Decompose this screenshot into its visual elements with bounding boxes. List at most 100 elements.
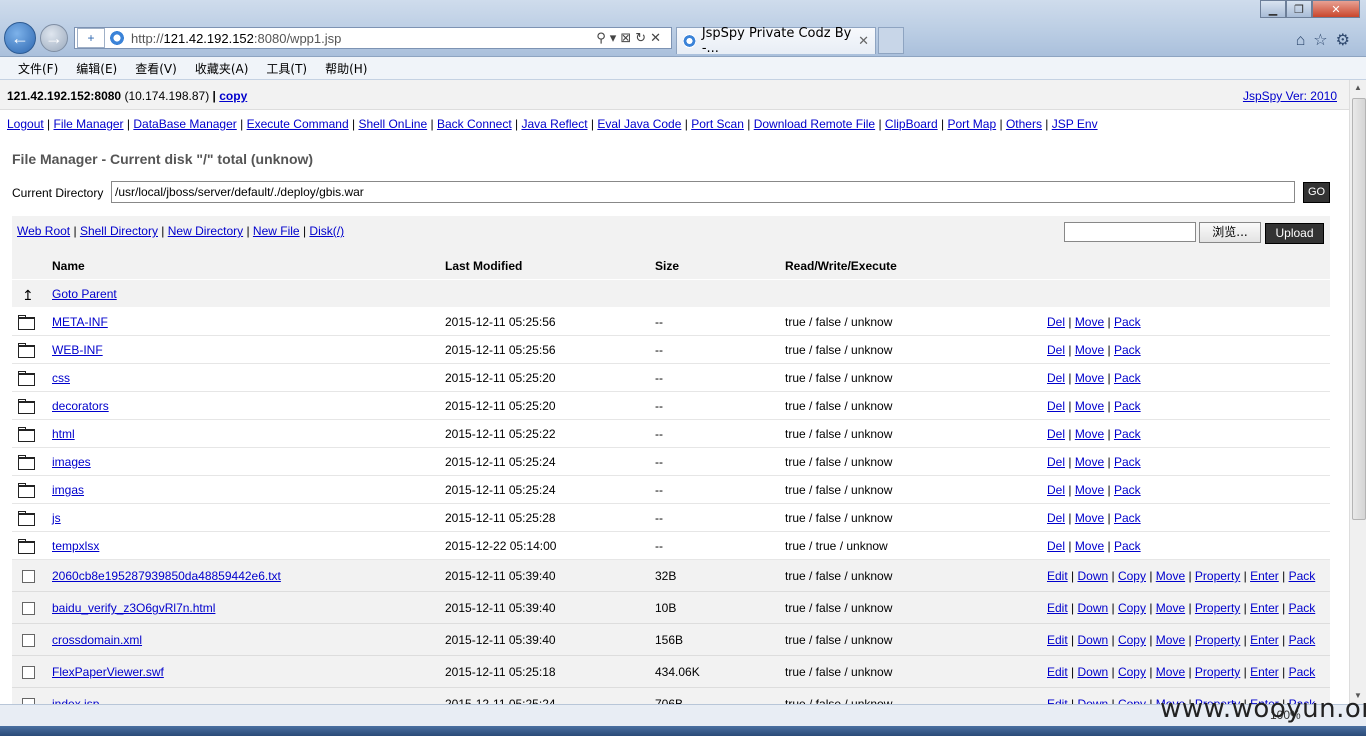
dir-name-link[interactable]: decorators [52, 399, 109, 413]
file-action-enter[interactable]: Enter [1250, 569, 1279, 583]
file-action-copy[interactable]: Copy [1118, 569, 1146, 583]
nav-logout[interactable]: Logout [7, 117, 44, 131]
dir-action-move[interactable]: Move [1075, 399, 1104, 413]
maximize-button[interactable]: ❐ [1286, 0, 1312, 18]
dir-name-link[interactable]: META-INF [52, 315, 108, 329]
nav-clipboard[interactable]: ClipBoard [885, 117, 938, 131]
address-tools-icons[interactable]: ⚲▾⊠↻✕ [596, 30, 665, 46]
dir-name-link[interactable]: tempxlsx [52, 539, 99, 553]
dir-action-pack[interactable]: Pack [1114, 315, 1141, 329]
compat-view-icon[interactable]: + [77, 28, 105, 48]
file-action-edit[interactable]: Edit [1047, 697, 1068, 704]
menu-edit[interactable]: 编辑(E) [76, 60, 117, 77]
file-action-pack[interactable]: Pack [1289, 665, 1316, 679]
web-root-link[interactable]: Web Root [17, 224, 70, 238]
dir-action-pack[interactable]: Pack [1114, 483, 1141, 497]
address-bar[interactable]: + http://121.42.192.152:8080/wpp1.jsp ⚲▾… [74, 27, 672, 49]
file-action-enter[interactable]: Enter [1250, 665, 1279, 679]
browse-button[interactable]: 浏览... [1199, 222, 1261, 243]
file-name-link[interactable]: 2060cb8e195287939850da48859442e6.txt [52, 569, 281, 583]
dir-name-link[interactable]: WEB-INF [52, 343, 103, 357]
copy-link[interactable]: copy [219, 89, 247, 103]
file-action-pack[interactable]: Pack [1289, 601, 1316, 615]
dir-action-move[interactable]: Move [1075, 511, 1104, 525]
file-action-pack[interactable]: Pack [1289, 569, 1316, 583]
dir-action-del[interactable]: Del [1047, 399, 1065, 413]
browser-tab[interactable]: JspSpy Private Codz By -... ✕ [676, 26, 876, 56]
file-action-property[interactable]: Property [1195, 569, 1240, 583]
dir-name-link[interactable]: html [52, 427, 75, 441]
new-directory-link[interactable]: New Directory [168, 224, 243, 238]
nav-others[interactable]: Others [1006, 117, 1042, 131]
vertical-scrollbar[interactable]: ▲ ▼ [1349, 80, 1366, 704]
file-action-copy[interactable]: Copy [1118, 601, 1146, 615]
file-action-property[interactable]: Property [1195, 633, 1240, 647]
tab-close-icon[interactable]: ✕ [858, 34, 869, 49]
file-action-move[interactable]: Move [1156, 569, 1185, 583]
nav-port-scan[interactable]: Port Scan [691, 117, 744, 131]
file-action-down[interactable]: Down [1077, 633, 1108, 647]
file-checkbox[interactable] [18, 633, 35, 650]
dir-name-link[interactable]: js [52, 511, 61, 525]
file-checkbox[interactable] [18, 601, 35, 618]
nav-eval-java-code[interactable]: Eval Java Code [597, 117, 681, 131]
menu-file[interactable]: 文件(F) [18, 60, 58, 77]
dir-action-pack[interactable]: Pack [1114, 371, 1141, 385]
nav-download-remote-file[interactable]: Download Remote File [754, 117, 875, 131]
file-name-link[interactable]: index.jsp [52, 697, 99, 704]
dir-action-del[interactable]: Del [1047, 343, 1065, 357]
dir-action-del[interactable]: Del [1047, 371, 1065, 385]
browser-tools-icons[interactable]: ⌂☆⚙ [1296, 30, 1358, 50]
nav-file-manager[interactable]: File Manager [54, 117, 124, 131]
dir-action-move[interactable]: Move [1075, 483, 1104, 497]
file-action-enter[interactable]: Enter [1250, 601, 1279, 615]
nav-back-connect[interactable]: Back Connect [437, 117, 512, 131]
nav-shell-online[interactable]: Shell OnLine [358, 117, 427, 131]
file-action-down[interactable]: Down [1077, 665, 1108, 679]
nav-port-map[interactable]: Port Map [947, 117, 996, 131]
dir-action-del[interactable]: Del [1047, 315, 1065, 329]
file-action-enter[interactable]: Enter [1250, 633, 1279, 647]
current-directory-input[interactable] [111, 181, 1295, 203]
file-checkbox[interactable] [18, 569, 35, 586]
dir-action-pack[interactable]: Pack [1114, 539, 1141, 553]
dir-action-del[interactable]: Del [1047, 511, 1065, 525]
nav-java-reflect[interactable]: Java Reflect [522, 117, 588, 131]
dir-name-link[interactable]: images [52, 455, 91, 469]
file-action-property[interactable]: Property [1195, 665, 1240, 679]
file-checkbox[interactable] [18, 697, 35, 704]
dir-action-pack[interactable]: Pack [1114, 427, 1141, 441]
dir-action-move[interactable]: Move [1075, 315, 1104, 329]
dir-name-link[interactable]: imgas [52, 483, 84, 497]
menu-tools[interactable]: 工具(T) [266, 60, 307, 77]
go-button[interactable]: GO [1303, 182, 1330, 203]
dir-action-move[interactable]: Move [1075, 455, 1104, 469]
file-action-property[interactable]: Property [1195, 601, 1240, 615]
menu-favorites[interactable]: 收藏夹(A) [195, 60, 249, 77]
file-action-move[interactable]: Move [1156, 665, 1185, 679]
disk-link[interactable]: Disk(/) [309, 224, 344, 238]
dir-action-move[interactable]: Move [1075, 539, 1104, 553]
file-action-edit[interactable]: Edit [1047, 601, 1068, 615]
nav-jsp-env[interactable]: JSP Env [1052, 117, 1098, 131]
scroll-up-icon[interactable]: ▲ [1350, 80, 1366, 96]
close-window-button[interactable]: ✕ [1312, 0, 1360, 18]
file-action-edit[interactable]: Edit [1047, 569, 1068, 583]
back-button[interactable]: ← [4, 22, 36, 54]
file-action-edit[interactable]: Edit [1047, 633, 1068, 647]
file-action-copy[interactable]: Copy [1118, 697, 1146, 704]
file-name-link[interactable]: FlexPaperViewer.swf [52, 665, 164, 679]
new-file-link[interactable]: New File [253, 224, 300, 238]
shell-directory-link[interactable]: Shell Directory [80, 224, 158, 238]
file-action-down[interactable]: Down [1077, 697, 1108, 704]
scrollbar-thumb[interactable] [1352, 98, 1366, 520]
upload-button[interactable]: Upload [1265, 223, 1324, 244]
dir-action-move[interactable]: Move [1075, 371, 1104, 385]
menu-help[interactable]: 帮助(H) [325, 60, 367, 77]
new-tab-button[interactable] [878, 27, 904, 54]
file-action-copy[interactable]: Copy [1118, 665, 1146, 679]
dir-action-pack[interactable]: Pack [1114, 343, 1141, 357]
file-name-link[interactable]: crossdomain.xml [52, 633, 142, 647]
minimize-button[interactable]: ▁ [1260, 0, 1286, 18]
goto-parent-link[interactable]: Goto Parent [52, 287, 117, 301]
